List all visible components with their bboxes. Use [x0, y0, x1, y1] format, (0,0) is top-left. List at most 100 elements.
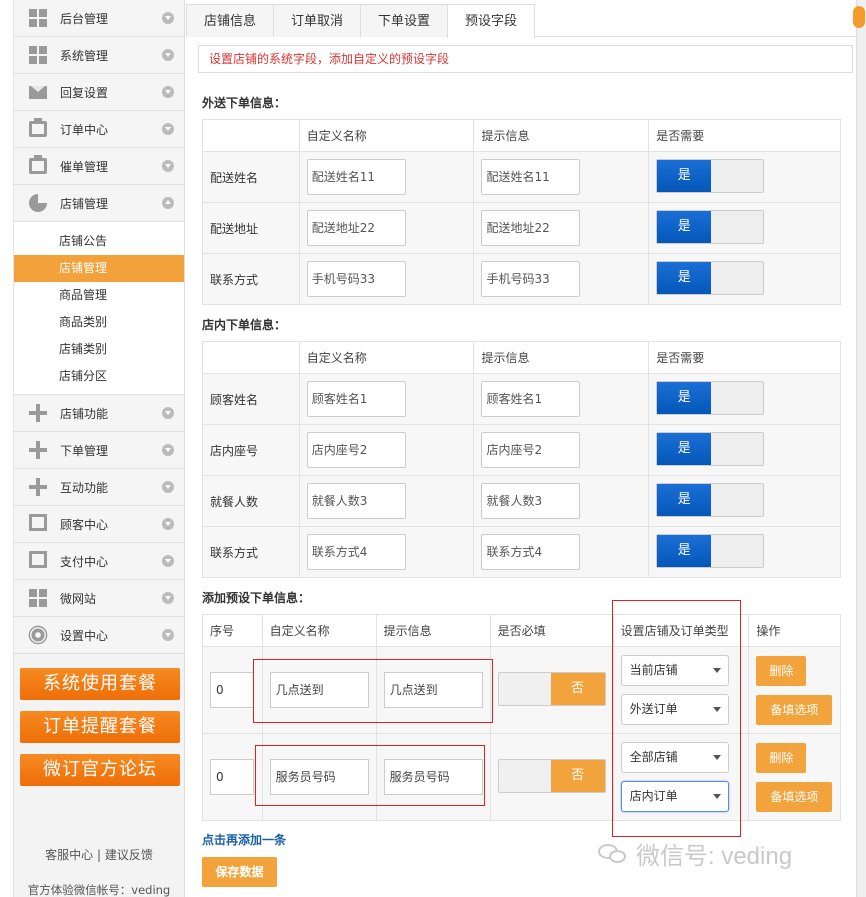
chevron-down-icon[interactable] — [162, 86, 174, 98]
table-row: 店内座号 店内座号2 店内座号2 是 — [202, 424, 841, 476]
tab-order-cancel[interactable]: 订单取消 — [273, 4, 362, 37]
seq-input[interactable]: 0 — [210, 759, 254, 795]
tab-shop-info[interactable]: 店铺信息 — [186, 4, 275, 37]
required-toggle[interactable]: 是 — [656, 533, 765, 568]
tab-preset-fields[interactable]: 预设字段 — [447, 4, 536, 38]
sidebar-item[interactable]: 催单管理 — [14, 148, 184, 185]
submenu-item[interactable]: 店铺管理 — [14, 255, 184, 282]
plus-icon — [27, 441, 49, 459]
chevron-down-icon[interactable] — [162, 481, 174, 493]
sidebar-item[interactable]: 下单管理 — [14, 432, 184, 469]
custom-name-input[interactable]: 顾客姓名1 — [306, 381, 406, 417]
promo-button-forum[interactable]: 微订官方论坛 — [20, 754, 180, 786]
required-toggle[interactable]: 否 — [497, 671, 606, 706]
submenu-item[interactable]: 商品类别 — [14, 309, 184, 336]
table-header: 自定义名称 — [261, 614, 377, 647]
submenu-item[interactable]: 店铺分区 — [14, 363, 184, 390]
custom-name-input[interactable]: 手机号码33 — [306, 261, 406, 297]
required-toggle[interactable]: 是 — [656, 158, 765, 193]
seq-input[interactable]: 0 — [210, 672, 254, 708]
custom-name-input[interactable]: 联系方式4 — [306, 534, 406, 570]
options-button[interactable]: 备填选项 — [756, 694, 833, 725]
annotation-box — [612, 600, 741, 837]
sidebar-item[interactable]: 后台管理 — [14, 0, 184, 37]
table-header — [202, 119, 300, 152]
delete-button[interactable]: 删除 — [756, 655, 807, 686]
wechat-icon — [598, 842, 628, 866]
custom-name-input[interactable]: 店内座号2 — [306, 432, 406, 468]
table-row: 联系方式 手机号码33 手机号码33 是 — [202, 253, 841, 305]
chevron-down-icon[interactable] — [162, 12, 174, 24]
page-description: 设置店铺的系统字段，添加自定义的预设字段 — [198, 45, 853, 73]
chevron-down-icon[interactable] — [162, 629, 174, 641]
custom-name-input[interactable]: 就餐人数3 — [306, 483, 406, 519]
chevron-down-icon[interactable] — [162, 407, 174, 419]
custom-name-input[interactable]: 配送姓名11 — [306, 159, 406, 195]
submenu-item[interactable]: 店铺类别 — [14, 336, 184, 363]
main-content: 店铺信息 订单取消 下单设置 预设字段 设置店铺的系统字段，添加自定义的预设字段… — [186, 0, 856, 897]
delete-button[interactable]: 删除 — [756, 742, 807, 773]
custom-name-input[interactable]: 配送地址22 — [306, 210, 406, 246]
scrollbar[interactable] — [853, 0, 866, 897]
chevron-down-icon[interactable] — [162, 555, 174, 567]
required-toggle[interactable]: 是 — [656, 431, 765, 466]
hint-input[interactable]: 联系方式4 — [481, 534, 581, 570]
sidebar-item-label: 支付中心 — [60, 554, 109, 569]
promo-button-order-reminder[interactable]: 订单提醒套餐 — [20, 711, 180, 743]
add-row-link[interactable]: 点击再添加一条 — [202, 831, 286, 848]
hint-input[interactable]: 店内座号2 — [481, 432, 581, 468]
promo-button-system-package[interactable]: 系统使用套餐 — [20, 668, 180, 700]
sidebar-item[interactable]: 系统管理 — [14, 37, 184, 74]
dinein-fields-table: 自定义名称 提示信息 是否需要 顾客姓名 顾客姓名1 顾客姓名1 是 店内座号 店内… — [202, 341, 841, 578]
sidebar-item[interactable]: 店铺管理 — [14, 185, 184, 222]
required-toggle[interactable]: 否 — [497, 758, 606, 793]
sidebar-item[interactable]: 回复设置 — [14, 74, 184, 111]
chevron-down-icon[interactable] — [162, 49, 174, 61]
delivery-section-title: 外送下单信息： — [202, 96, 287, 110]
printer-icon — [27, 155, 49, 175]
submenu-item[interactable]: 商品管理 — [14, 282, 184, 309]
sidebar-item[interactable]: 订单中心 — [14, 111, 184, 148]
sidebar-item[interactable]: 支付中心 — [14, 543, 184, 580]
sidebar-item[interactable]: 微网站 — [14, 580, 184, 617]
sidebar-item[interactable]: 店铺功能 — [14, 395, 184, 432]
chevron-down-icon[interactable] — [162, 518, 174, 530]
required-toggle[interactable]: 是 — [656, 209, 765, 244]
sidebar-item[interactable]: 设置中心 — [14, 617, 184, 654]
pie-icon — [27, 194, 49, 212]
field-label: 就餐人数 — [202, 475, 300, 527]
hint-input[interactable]: 就餐人数3 — [481, 483, 581, 519]
toggle-on-label: 是 — [657, 381, 712, 414]
hint-input[interactable]: 配送姓名11 — [481, 159, 581, 195]
required-toggle[interactable]: 是 — [656, 482, 765, 517]
table-header: 操作 — [748, 614, 841, 647]
footer-links[interactable]: 客服中心 | 建议反馈 — [14, 846, 184, 863]
dinein-section-title: 店内下单信息： — [202, 318, 287, 332]
sidebar-item[interactable]: 互动功能 — [14, 469, 184, 506]
chevron-down-icon[interactable] — [162, 123, 174, 135]
scroll-thumb[interactable] — [853, 6, 865, 28]
tab-bar: 店铺信息 订单取消 下单设置 预设字段 — [186, 4, 856, 38]
chevron-down-icon[interactable] — [162, 444, 174, 456]
table-header: 是否需要 — [648, 341, 841, 374]
submenu-item[interactable]: 店铺公告 — [14, 228, 184, 255]
chevron-up-icon[interactable] — [162, 197, 174, 209]
table-header — [202, 341, 300, 374]
sidebar-item[interactable]: 顾客中心 — [14, 506, 184, 543]
options-button[interactable]: 备填选项 — [756, 781, 833, 812]
required-toggle[interactable]: 是 — [656, 260, 765, 295]
table-header: 自定义名称 — [298, 341, 475, 374]
tab-order-settings[interactable]: 下单设置 — [360, 4, 449, 37]
save-button[interactable]: 保存数据 — [202, 857, 277, 887]
printer-icon — [27, 118, 49, 138]
sidebar: 后台管理 系统管理 回复设置 订单中心 催单管理 店铺管理 店铺公告 店铺管理 商品… — [13, 0, 185, 897]
field-label: 配送地址 — [202, 202, 300, 254]
hint-input[interactable]: 顾客姓名1 — [481, 381, 581, 417]
required-toggle[interactable]: 是 — [656, 380, 765, 415]
table-header: 自定义名称 — [298, 119, 475, 152]
hint-input[interactable]: 手机号码33 — [481, 261, 581, 297]
hint-input[interactable]: 配送地址22 — [481, 210, 581, 246]
chevron-down-icon[interactable] — [162, 160, 174, 172]
chevron-down-icon[interactable] — [162, 592, 174, 604]
delivery-fields-table: 自定义名称 提示信息 是否需要 配送姓名 配送姓名11 配送姓名11 是 配送地址 … — [202, 119, 841, 305]
